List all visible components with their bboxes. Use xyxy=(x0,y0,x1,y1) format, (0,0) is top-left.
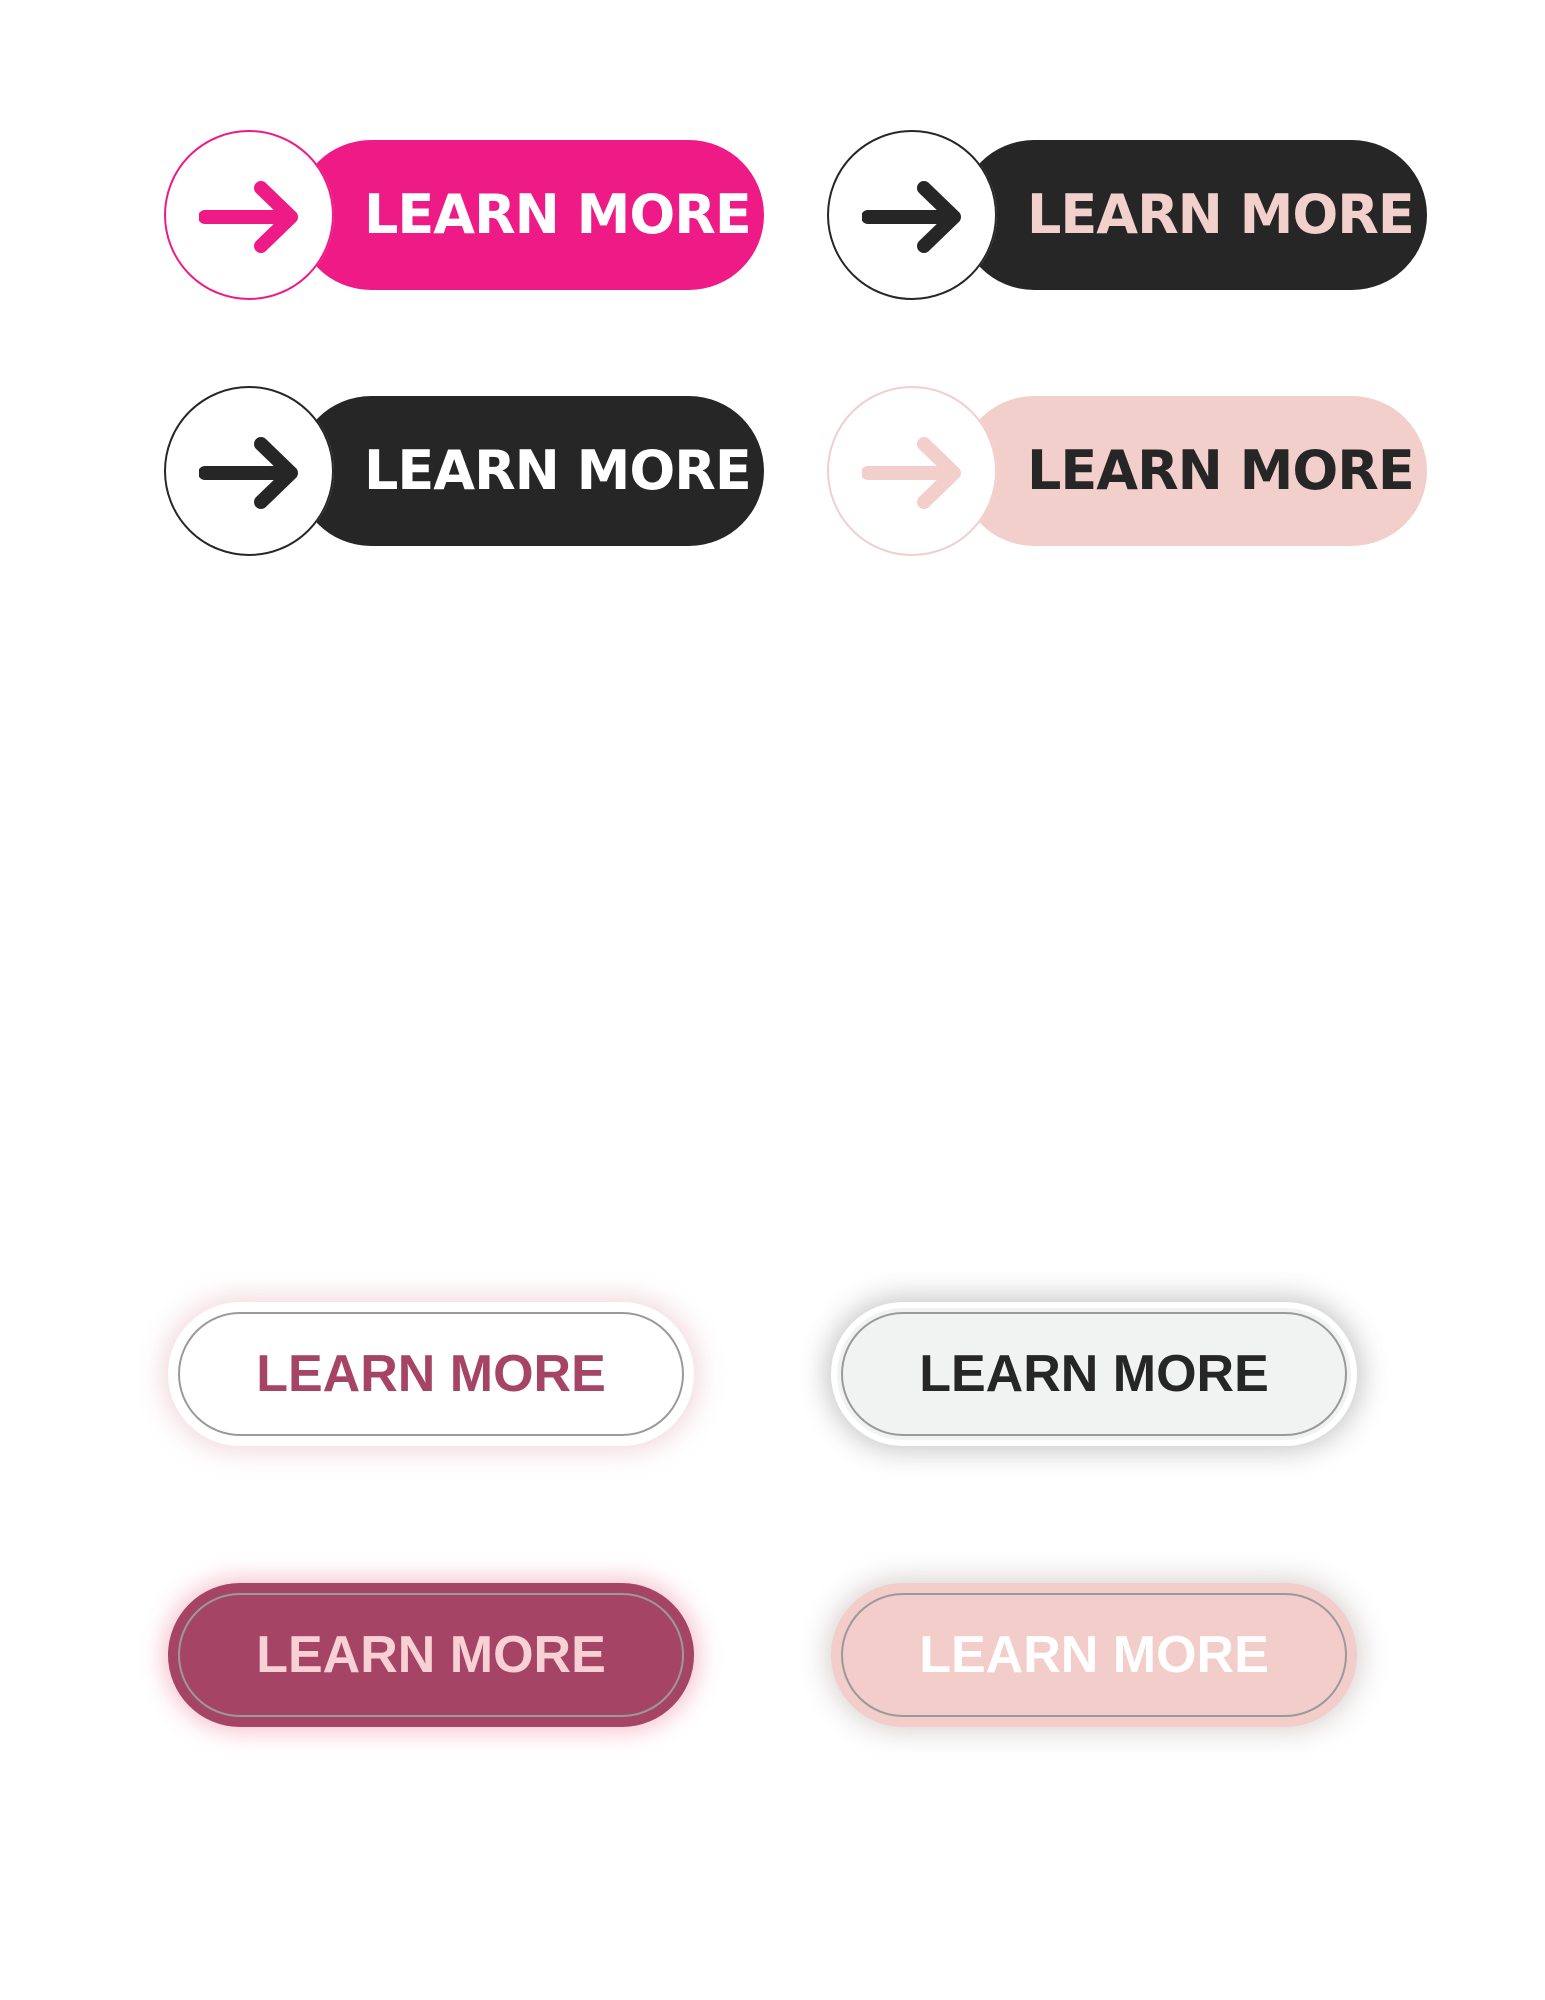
arrow-right-icon xyxy=(862,181,961,253)
learn-more-button-dark-blush-text[interactable]: LEARN MORE xyxy=(827,130,1427,300)
arrow-right-icon xyxy=(862,437,961,509)
learn-more-button-white-soft[interactable]: LEARN MORE xyxy=(168,1302,694,1446)
learn-more-button-blush-soft[interactable]: LEARN MORE xyxy=(831,1583,1357,1727)
learn-more-button-blush[interactable]: LEARN MORE xyxy=(827,386,1427,556)
arrow-circle xyxy=(164,130,334,300)
button-label: LEARN MORE xyxy=(1027,183,1415,246)
button-label: LEARN MORE xyxy=(919,1345,1269,1403)
learn-more-button-rose-soft[interactable]: LEARN MORE xyxy=(168,1583,694,1727)
arrow-circle xyxy=(164,386,334,556)
button-label: LEARN MORE xyxy=(364,439,752,502)
button-label: LEARN MORE xyxy=(364,183,752,246)
arrow-right-icon xyxy=(199,181,298,253)
button-label: LEARN MORE xyxy=(256,1345,606,1403)
button-label: LEARN MORE xyxy=(919,1626,1269,1684)
learn-more-button-gray-soft[interactable]: LEARN MORE xyxy=(831,1302,1357,1446)
arrow-circle xyxy=(827,386,997,556)
arrow-circle xyxy=(827,130,997,300)
learn-more-button-pink[interactable]: LEARN MORE xyxy=(164,130,764,300)
button-label: LEARN MORE xyxy=(1027,439,1415,502)
arrow-right-icon xyxy=(199,437,298,509)
learn-more-button-dark-white-text[interactable]: LEARN MORE xyxy=(164,386,764,556)
button-label: LEARN MORE xyxy=(256,1626,606,1684)
